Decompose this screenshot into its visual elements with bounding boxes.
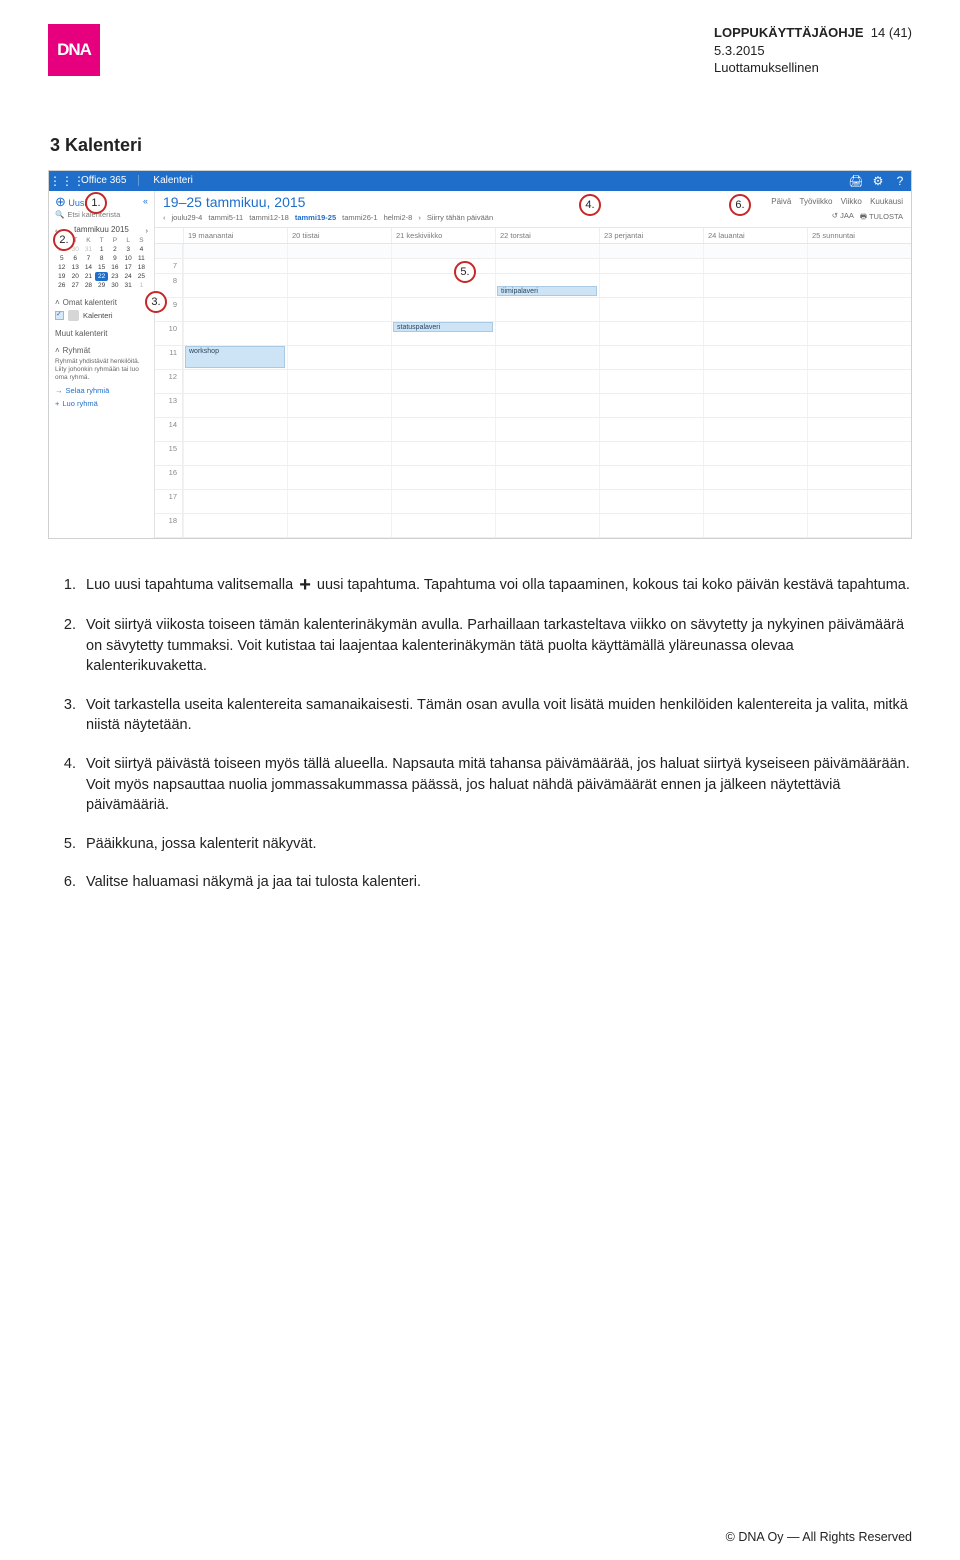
other-calendars-header[interactable]: Muut kalenterit bbox=[55, 329, 148, 338]
date-range-title: 19–25 tammikuu, 2015 bbox=[163, 194, 305, 210]
browse-groups-link[interactable]: →Selaa ryhmiä bbox=[55, 386, 148, 395]
screenshot-body: ⊕ Uusi « 🔍 Etsi kalenterista ‹ tammikuu … bbox=[49, 191, 911, 538]
day-header[interactable]: 25 sunnuntai bbox=[807, 228, 911, 243]
create-group-link[interactable]: +Luo ryhmä bbox=[55, 399, 148, 408]
week-link[interactable]: joulu29-4 bbox=[172, 213, 203, 222]
view-day[interactable]: Päivä bbox=[771, 197, 791, 206]
logo-text: DNA bbox=[57, 40, 91, 60]
day-header[interactable]: 20 tiistai bbox=[287, 228, 391, 243]
hour-row[interactable]: 13 bbox=[155, 394, 911, 418]
hour-row[interactable]: 15 bbox=[155, 442, 911, 466]
week-nav: ‹ joulu29-4 tammi5-11 tammi12-18 tammi19… bbox=[155, 210, 911, 228]
hour-row[interactable]: 18 bbox=[155, 514, 911, 538]
doc-date: 5.3.2015 bbox=[714, 42, 912, 60]
calendar-screenshot: ⋮⋮⋮ Office 365 Kalenteri 🖨 ⚙ ? ⊕ Uusi « … bbox=[48, 170, 912, 539]
day-header[interactable]: 22 torstai bbox=[495, 228, 599, 243]
hour-row[interactable]: 10statuspalaveri bbox=[155, 322, 911, 346]
hour-row[interactable]: 16 bbox=[155, 466, 911, 490]
dna-logo: DNA bbox=[48, 24, 100, 76]
week-link[interactable]: tammi12-18 bbox=[249, 213, 289, 222]
chevron-icon: ˄ bbox=[55, 346, 60, 355]
week-next-icon[interactable]: › bbox=[418, 213, 421, 222]
callout-6: 6. bbox=[729, 194, 751, 216]
page-header: DNA LOPPUKÄYTTÄJÄOHJE 14 (41) 5.3.2015 L… bbox=[48, 24, 912, 77]
plus-icon: ⊕ bbox=[55, 194, 66, 209]
avatar bbox=[68, 310, 79, 321]
mini-cal-title: tammikuu 2015 bbox=[74, 225, 129, 234]
event-workshop[interactable]: workshop bbox=[185, 346, 285, 368]
go-today-link[interactable]: Siirry tähän päivään bbox=[427, 213, 493, 222]
section-heading: 3 Kalenteri bbox=[50, 135, 912, 156]
calendar-grid[interactable]: 7 8tiimipalaveri 9 10statuspalaveri 11wo… bbox=[155, 244, 911, 538]
hour-row[interactable]: 8tiimipalaveri bbox=[155, 274, 911, 298]
hour-row[interactable]: 14 bbox=[155, 418, 911, 442]
instruction-item: Voit siirtyä viikosta toiseen tämän kale… bbox=[80, 615, 912, 677]
day-header[interactable]: 21 keskiviikko bbox=[391, 228, 495, 243]
hour-row[interactable]: 11workshop bbox=[155, 346, 911, 370]
own-calendars-header[interactable]: ˄Omat kalenterit bbox=[55, 298, 148, 307]
plus-icon: + bbox=[55, 399, 59, 408]
print-icon[interactable]: 🖨 bbox=[845, 174, 867, 188]
help-icon[interactable]: ? bbox=[889, 174, 911, 188]
groups-helptext: Ryhmät yhdistävät henkilöitä. Liity joho… bbox=[55, 358, 148, 382]
product-name[interactable]: Office 365 bbox=[69, 175, 138, 186]
groups-header[interactable]: ˄Ryhmät bbox=[55, 346, 148, 355]
instruction-list: Luo uusi tapahtuma valitsemalla + uusi t… bbox=[48, 569, 912, 893]
instruction-item: Luo uusi tapahtuma valitsemalla + uusi t… bbox=[80, 569, 912, 597]
week-link[interactable]: helmi2-8 bbox=[384, 213, 413, 222]
instruction-item: Voit siirtyä päivästä toiseen myös tällä… bbox=[80, 754, 912, 816]
day-header[interactable]: 19 maanantai bbox=[183, 228, 287, 243]
calendar-item[interactable]: Kalenteri bbox=[55, 310, 148, 321]
callout-3: 3. bbox=[145, 291, 167, 313]
event-statuspalaveri[interactable]: statuspalaveri bbox=[393, 322, 493, 332]
breadcrumb[interactable]: Kalenteri bbox=[138, 175, 206, 186]
instruction-item: Pääikkuna, jossa kalenterit näkyvät. bbox=[80, 834, 912, 855]
event-tiimipalaveri[interactable]: tiimipalaveri bbox=[497, 286, 597, 296]
arrow-icon: → bbox=[55, 386, 63, 395]
callout-5: 5. bbox=[454, 261, 476, 283]
search-icon: 🔍 bbox=[55, 210, 64, 219]
doc-meta: LOPPUKÄYTTÄJÄOHJE 14 (41) 5.3.2015 Luott… bbox=[714, 24, 912, 77]
calendar-main: 19–25 tammikuu, 2015 Päivä Työviikko Vii… bbox=[155, 191, 911, 538]
collapse-icon[interactable]: « bbox=[143, 196, 148, 206]
hour-row[interactable]: 12 bbox=[155, 370, 911, 394]
view-month[interactable]: Kuukausi bbox=[870, 197, 903, 206]
day-header[interactable]: 23 perjantai bbox=[599, 228, 703, 243]
doc-classification: Luottamuksellinen bbox=[714, 59, 912, 77]
print-button[interactable]: 🖶 TULOSTA bbox=[860, 211, 903, 224]
view-switcher: Päivä Työviikko Viikko Kuukausi bbox=[765, 197, 903, 206]
day-headers: 19 maanantai 20 tiistai 21 keskiviikko 2… bbox=[155, 228, 911, 244]
allday-row[interactable] bbox=[155, 244, 911, 259]
calendar-item-label: Kalenteri bbox=[83, 311, 113, 320]
gear-icon[interactable]: ⚙ bbox=[867, 174, 889, 188]
week-link[interactable]: tammi5-11 bbox=[208, 213, 243, 222]
callout-1: 1. bbox=[85, 192, 107, 214]
plus-icon: + bbox=[299, 571, 311, 599]
view-week[interactable]: Viikko bbox=[841, 197, 862, 206]
doc-title: LOPPUKÄYTTÄJÄOHJE bbox=[714, 25, 864, 40]
checkbox-icon[interactable] bbox=[55, 311, 64, 320]
view-workweek[interactable]: Työviikko bbox=[800, 197, 833, 206]
callout-4: 4. bbox=[579, 194, 601, 216]
mini-cal-next-icon[interactable]: › bbox=[145, 226, 148, 235]
callout-2: 2. bbox=[53, 229, 75, 251]
chevron-icon: ˄ bbox=[55, 298, 60, 307]
hour-row[interactable]: 7 bbox=[155, 259, 911, 274]
share-button[interactable]: ↺ JAA bbox=[832, 211, 854, 224]
topbar: ⋮⋮⋮ Office 365 Kalenteri 🖨 ⚙ ? bbox=[49, 171, 911, 191]
hour-row[interactable]: 9 bbox=[155, 298, 911, 322]
instruction-item: Valitse haluamasi näkymä ja jaa tai tulo… bbox=[80, 872, 912, 893]
waffle-icon[interactable]: ⋮⋮⋮ bbox=[49, 174, 69, 188]
footer-copyright: © DNA Oy — All Rights Reserved bbox=[726, 1530, 912, 1544]
new-event-label: Uusi bbox=[68, 198, 86, 208]
week-link[interactable]: tammi26-1 bbox=[342, 213, 377, 222]
day-header[interactable]: 24 lauantai bbox=[703, 228, 807, 243]
week-prev-icon[interactable]: ‹ bbox=[163, 213, 166, 222]
page-number: 14 (41) bbox=[871, 25, 912, 40]
hour-row[interactable]: 17 bbox=[155, 490, 911, 514]
instruction-item: Voit tarkastella useita kalentereita sam… bbox=[80, 695, 912, 736]
week-link-current[interactable]: tammi19-25 bbox=[295, 213, 336, 222]
